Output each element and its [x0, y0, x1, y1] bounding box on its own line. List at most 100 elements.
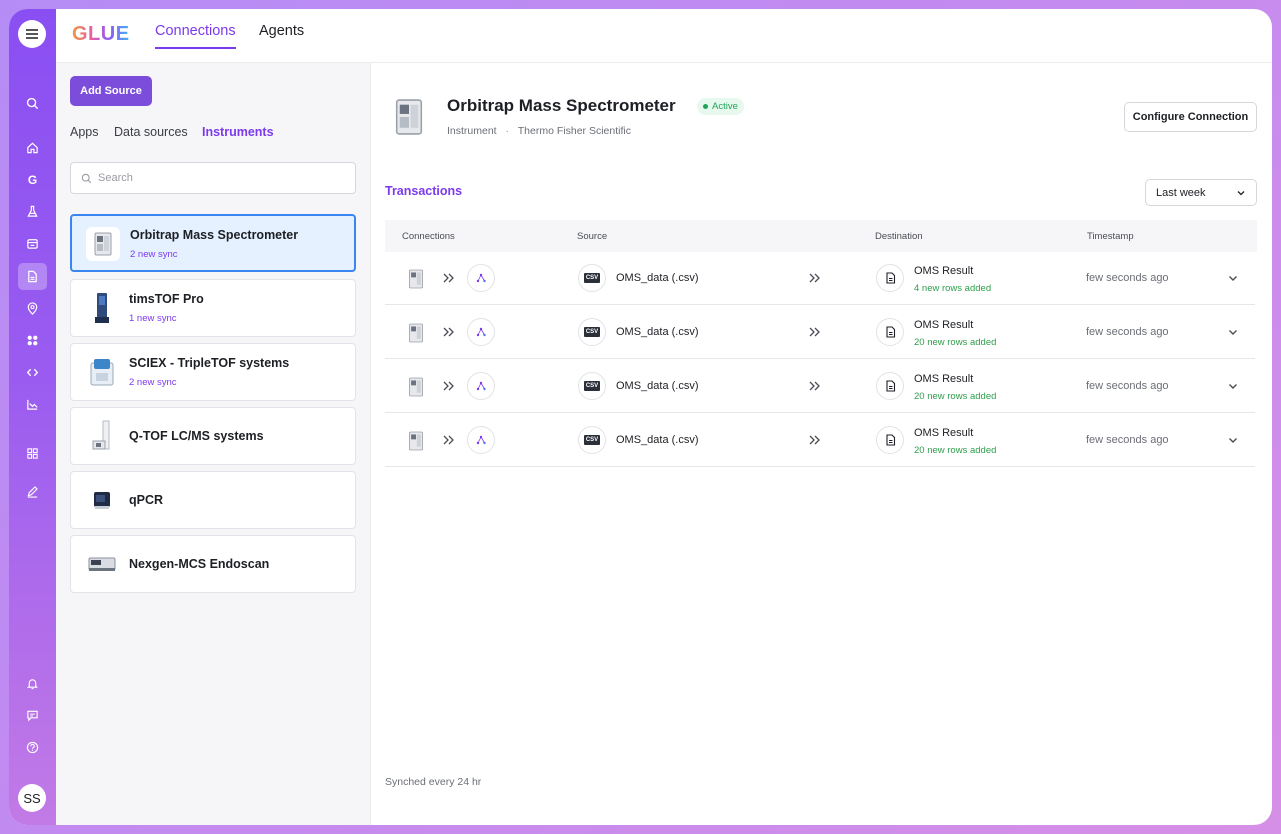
transactions-heading: Transactions — [385, 184, 463, 198]
status-badge: Active — [697, 98, 744, 115]
double-chevron-right-icon — [443, 327, 454, 337]
instrument-icon — [409, 431, 423, 451]
instrument-name: timsTOF Pro — [129, 292, 204, 306]
rail-grid[interactable] — [18, 440, 47, 467]
tab-instruments[interactable]: Instruments — [202, 125, 274, 139]
connector-node[interactable] — [467, 372, 495, 400]
source-file-node[interactable]: CSV — [578, 264, 606, 292]
rows-added: 20 new rows added — [914, 445, 997, 456]
status-text: Active — [712, 101, 738, 112]
instrument-thumbnail — [85, 291, 119, 325]
instrument-icon — [409, 269, 423, 289]
rail-store[interactable] — [18, 230, 47, 257]
rail-g[interactable]: G — [18, 166, 47, 193]
menu-button[interactable] — [18, 20, 46, 48]
triple-tof-icon — [90, 359, 114, 386]
tab-apps[interactable]: Apps — [70, 125, 99, 139]
source-name: OMS_data (.csv) — [616, 380, 699, 392]
destination-node[interactable] — [876, 372, 904, 400]
rows-added: 20 new rows added — [914, 391, 997, 402]
instrument-image — [391, 97, 427, 137]
source-file-node[interactable]: CSV — [578, 318, 606, 346]
rail-search[interactable] — [18, 90, 47, 117]
main-content: Orbitrap Mass Spectrometer Active Instru… — [371, 63, 1272, 825]
chevron-down-icon[interactable] — [1227, 434, 1239, 446]
connector-icon — [476, 273, 486, 283]
help-icon — [26, 741, 39, 754]
tab-agents[interactable]: Agents — [259, 23, 304, 49]
column-source: Source — [577, 231, 608, 242]
double-chevron-right-icon — [809, 327, 820, 337]
double-chevron-right-icon — [443, 381, 454, 391]
rail-code[interactable] — [18, 359, 47, 386]
instrument-vendor: Thermo Fisher Scientific — [517, 125, 631, 137]
timestamp: few seconds ago — [1086, 272, 1169, 284]
table-row[interactable]: CSV OMS_data (.csv) OMS Result 20 new ro… — [385, 414, 1255, 467]
destination-node[interactable] — [876, 426, 904, 454]
csv-icon: CSV — [583, 381, 601, 391]
file-icon — [885, 272, 895, 284]
period-select[interactable]: Last week — [1145, 179, 1257, 206]
qpcr-icon — [94, 492, 110, 509]
column-timestamp: Timestamp — [1087, 231, 1134, 242]
instrument-card-qtof[interactable]: Q-TOF LC/MS systems — [70, 407, 356, 465]
rail-edit[interactable] — [18, 478, 47, 505]
endoscan-icon — [88, 557, 116, 571]
mass-spectrometer-icon — [395, 99, 423, 135]
rail-documents[interactable] — [18, 263, 47, 290]
rail-lab[interactable] — [18, 198, 47, 225]
connector-node[interactable] — [467, 318, 495, 346]
instrument-thumbnail — [85, 355, 119, 389]
table-row[interactable]: CSV OMS_data (.csv) OMS Result 20 new ro… — [385, 306, 1255, 359]
period-value: Last week — [1156, 186, 1206, 199]
user-avatar[interactable]: SS — [18, 784, 46, 812]
rail-help[interactable] — [18, 734, 47, 761]
rail-notifications[interactable] — [18, 670, 47, 697]
connector-icon — [476, 381, 486, 391]
rail-location[interactable] — [18, 295, 47, 322]
configure-connection-button[interactable]: Configure Connection — [1124, 102, 1257, 132]
add-source-button[interactable]: Add Source — [70, 76, 152, 106]
left-rail: G SS — [9, 9, 56, 825]
connector-icon — [476, 435, 486, 445]
chevron-down-icon[interactable] — [1227, 326, 1239, 338]
chevron-down-icon — [1237, 190, 1245, 195]
destination-name: OMS Result — [914, 427, 974, 439]
instrument-card-sciex[interactable]: SCIEX - TripleTOF systems 2 new sync — [70, 343, 356, 401]
source-file-node[interactable]: CSV — [578, 372, 606, 400]
destination-node[interactable] — [876, 318, 904, 346]
instrument-icon — [409, 377, 423, 397]
meta-separator: · — [505, 125, 510, 137]
connector-node[interactable] — [467, 264, 495, 292]
hamburger-icon — [26, 29, 38, 39]
tab-connections[interactable]: Connections — [155, 23, 236, 49]
table-row[interactable]: CSV OMS_data (.csv) OMS Result 20 new ro… — [385, 360, 1255, 413]
destination-node[interactable] — [876, 264, 904, 292]
search-box[interactable] — [70, 162, 356, 194]
chevron-down-icon[interactable] — [1227, 272, 1239, 284]
source-name: OMS_data (.csv) — [616, 272, 699, 284]
table-row[interactable]: CSV OMS_data (.csv) OMS Result 4 new row… — [385, 252, 1255, 305]
destination-name: OMS Result — [914, 373, 974, 385]
source-name: OMS_data (.csv) — [616, 434, 699, 446]
instrument-thumbnail — [86, 227, 120, 261]
instrument-card-nexgen[interactable]: Nexgen-MCS Endoscan — [70, 535, 356, 593]
instrument-name: Orbitrap Mass Spectrometer — [130, 228, 299, 242]
rail-analytics[interactable] — [18, 391, 47, 418]
rail-home[interactable] — [18, 134, 47, 161]
instrument-card-timstof[interactable]: timsTOF Pro 1 new sync — [70, 279, 356, 337]
rail-apps[interactable] — [18, 327, 47, 354]
connector-node[interactable] — [467, 426, 495, 454]
tab-data-sources[interactable]: Data sources — [114, 125, 188, 139]
rail-messages[interactable] — [18, 702, 47, 729]
instrument-card-orbitrap[interactable]: Orbitrap Mass Spectrometer 2 new sync — [70, 214, 356, 272]
search-input[interactable] — [98, 172, 338, 184]
chevron-down-icon[interactable] — [1227, 380, 1239, 392]
timestamp: few seconds ago — [1086, 380, 1169, 392]
file-icon — [885, 326, 895, 338]
instrument-card-qpcr[interactable]: qPCR — [70, 471, 356, 529]
source-file-node[interactable]: CSV — [578, 426, 606, 454]
instrument-thumbnail — [85, 547, 119, 581]
bell-icon — [26, 679, 39, 690]
instrument-type: Instrument — [447, 125, 497, 137]
